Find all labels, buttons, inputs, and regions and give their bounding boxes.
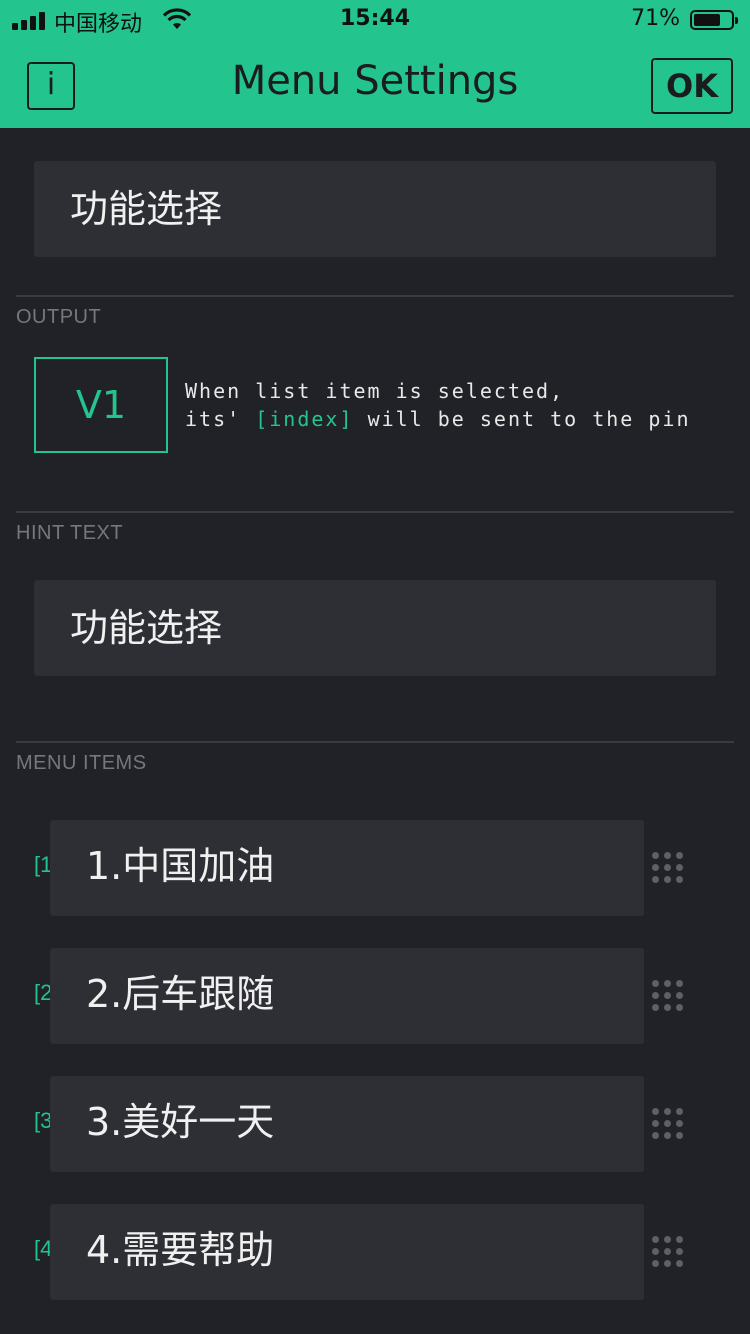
output-pin-selector[interactable]: V1 — [34, 357, 168, 453]
drag-handle-icon[interactable] — [652, 1108, 684, 1140]
output-desc-index: [index] — [255, 407, 354, 431]
menu-item-input[interactable]: 3.美好一天 — [50, 1076, 644, 1172]
output-description: When list item is selected, its' [index]… — [185, 377, 691, 433]
output-desc-line2-post: will be sent to the pin — [367, 407, 691, 431]
menu-item-input[interactable]: 1.中国加油 — [50, 820, 644, 916]
menu-item-input[interactable]: 2.后车跟随 — [50, 948, 644, 1044]
output-desc-line1: When list item is selected, — [185, 379, 565, 403]
drag-handle-icon[interactable] — [652, 852, 684, 884]
header-bar: 中国移动 15:44 71% i Menu Settings OK — [0, 0, 750, 128]
drag-handle-icon[interactable] — [652, 980, 684, 1012]
drag-handle-icon[interactable] — [652, 1236, 684, 1268]
page-title: Menu Settings — [231, 58, 519, 104]
hint-text-input[interactable]: 功能选择 — [34, 580, 716, 676]
divider — [16, 295, 734, 297]
menu-items-section-label: MENU ITEMS — [16, 752, 147, 774]
battery-percent: 71% — [631, 6, 680, 31]
output-desc-line2-pre: its' — [185, 407, 242, 431]
battery-icon — [690, 10, 738, 30]
divider — [16, 741, 734, 743]
widget-title-input[interactable]: 功能选择 — [34, 161, 716, 257]
divider — [16, 511, 734, 513]
hint-text-section-label: HINT TEXT — [16, 522, 124, 544]
status-bar: 中国移动 15:44 71% — [0, 0, 750, 40]
output-section-label: OUTPUT — [16, 306, 102, 328]
ok-button[interactable]: OK — [651, 58, 733, 114]
menu-item-input[interactable]: 4.需要帮助 — [50, 1204, 644, 1300]
